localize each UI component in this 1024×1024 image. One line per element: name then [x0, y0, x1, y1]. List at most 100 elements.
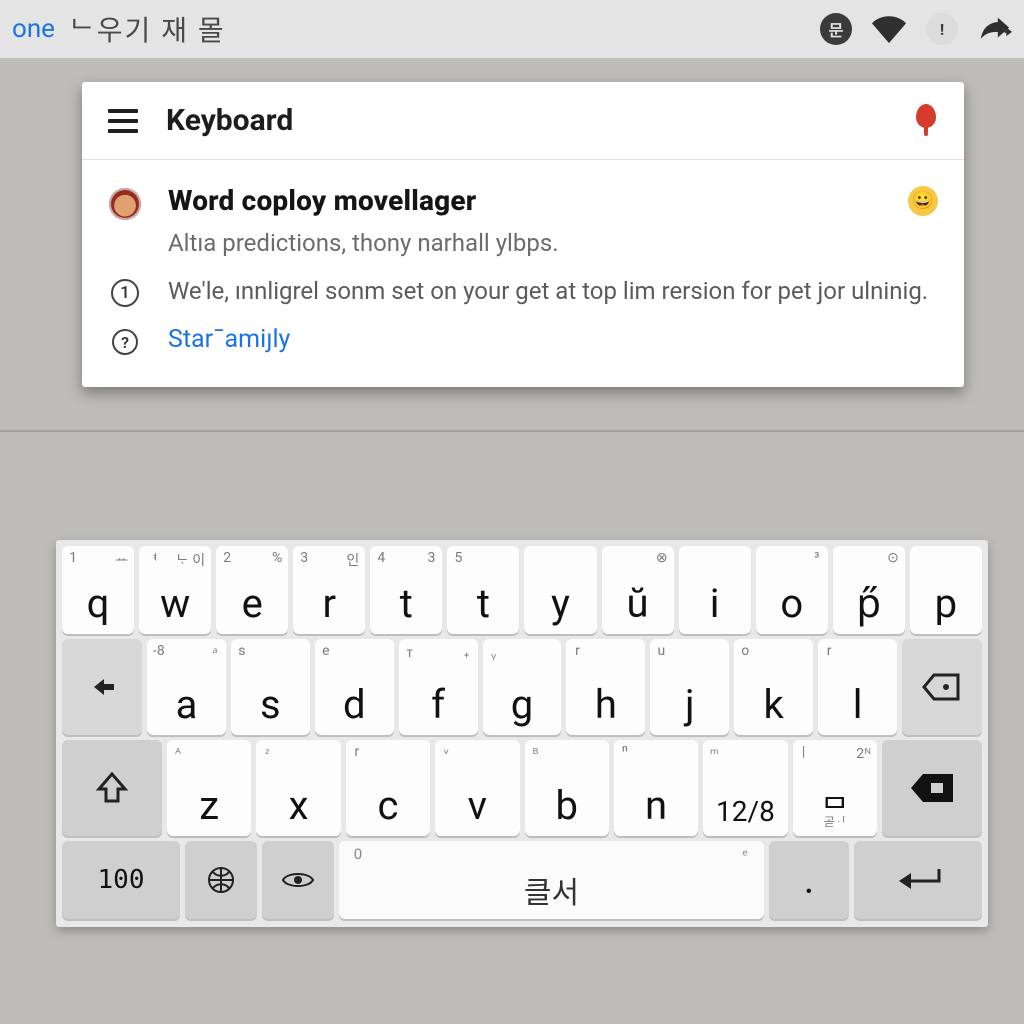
- key-label: ŭ: [627, 584, 649, 624]
- onscreen-keyboard: 1ᅭqᅧᄂᆞ 이w2%e3인r43t5t y ⊗ŭi³o⊙p̋ p -8ᵃassedᴛ…: [56, 540, 988, 927]
- key-v[interactable]: ᵛv: [435, 740, 519, 836]
- key-d[interactable]: ed: [315, 639, 394, 735]
- key-i[interactable]: i: [679, 546, 751, 634]
- language-icon[interactable]: 문: [820, 13, 852, 45]
- question-mark-icon: ?: [112, 329, 138, 355]
- key-r[interactable]: 3인r: [293, 546, 365, 634]
- key-t[interactable]: 43t: [370, 546, 442, 634]
- key-label: t: [477, 584, 490, 624]
- avatar-icon: [108, 184, 142, 220]
- key-label: j: [685, 685, 695, 725]
- help-link[interactable]: Starˉamiȷly: [168, 325, 938, 354]
- keyboard-settings-card: Keyboard Word coploy movellager 😀 Altıa …: [82, 82, 964, 387]
- key-n[interactable]: ⁿn: [614, 740, 698, 836]
- arrow-left-icon: [84, 673, 120, 701]
- key-12/8[interactable]: ᵐ12/8: [703, 740, 787, 836]
- keyboard-row-1: 1ᅭqᅧᄂᆞ 이w2%e3인r43t5t y ⊗ŭi³o⊙p̋ p: [62, 546, 982, 634]
- key-label: l: [853, 685, 863, 725]
- key-o[interactable]: ³o: [756, 546, 828, 634]
- key-p̋[interactable]: ⊙p̋: [833, 546, 905, 634]
- key-label: p: [935, 584, 957, 624]
- space-sup-right: ᵉ: [740, 845, 750, 865]
- key-shift[interactable]: [62, 740, 162, 836]
- key-label: f: [431, 685, 445, 725]
- card-body: Word coploy movellager 😀 Altıa predictio…: [82, 160, 964, 387]
- key-label: k: [764, 685, 784, 725]
- key-label: 100: [98, 865, 145, 895]
- tip-text: We'le, ınnligrel sonm set on your get at…: [168, 275, 938, 307]
- number-one-icon: 1: [111, 279, 139, 307]
- status-bar: one ᄂ우기 재 몰 문 !: [0, 0, 1024, 60]
- key-y[interactable]: y: [524, 546, 596, 634]
- key-w[interactable]: ᅧᄂᆞ 이w: [139, 546, 211, 634]
- help-row: ? Starˉamiȷly: [108, 325, 938, 355]
- balloon-icon[interactable]: [914, 104, 938, 138]
- key-x[interactable]: ᶻx: [256, 740, 340, 836]
- key-t[interactable]: 5t: [447, 546, 519, 634]
- shift-icon: [93, 769, 131, 807]
- share-forward-icon[interactable]: [978, 12, 1012, 46]
- key-numeric-mode[interactable]: 100: [62, 841, 180, 919]
- space-label: 클서: [524, 879, 579, 909]
- key-enter[interactable]: [854, 841, 982, 919]
- globe-icon: [205, 864, 237, 896]
- key-label: v: [468, 786, 487, 826]
- key-label: t: [400, 584, 413, 624]
- enter-arrow-icon: [893, 865, 943, 895]
- key-label: p̋: [857, 584, 882, 624]
- key-backspace[interactable]: [882, 740, 982, 836]
- done-link[interactable]: one: [12, 14, 55, 44]
- key-s[interactable]: ss: [231, 639, 310, 735]
- wifi-icon: [872, 12, 906, 46]
- key-j[interactable]: uj: [650, 639, 729, 735]
- key-c[interactable]: rc: [346, 740, 430, 836]
- key-label: h: [595, 685, 617, 725]
- key-backspace-small[interactable]: [902, 639, 982, 735]
- key-label: s: [260, 685, 281, 725]
- key-label: o: [780, 584, 803, 624]
- key-label: y: [551, 584, 570, 624]
- key-label: n: [645, 786, 667, 826]
- key-eye[interactable]: [262, 841, 334, 919]
- tip-row: 1 We'le, ınnligrel sonm set on your get …: [108, 275, 938, 307]
- key-label: z: [199, 786, 219, 826]
- key-z[interactable]: ᴬz: [167, 740, 251, 836]
- key-g[interactable]: ᵧg: [483, 639, 562, 735]
- backspace-outline-icon: [920, 671, 964, 703]
- tip-number-icon: 1: [108, 275, 142, 307]
- key-f[interactable]: ᴛ₊f: [399, 639, 478, 735]
- headline-text: Word coploy movellager: [168, 184, 476, 217]
- keyboard-row-4: 100 0 ᵉ 클서 .: [62, 841, 982, 919]
- key-label: c: [377, 786, 398, 826]
- help-icon: ?: [108, 325, 142, 355]
- key-space[interactable]: 0 ᵉ 클서: [339, 841, 764, 919]
- key-tab[interactable]: [62, 639, 142, 735]
- grin-emoji-icon[interactable]: 😀: [908, 186, 938, 216]
- key-e[interactable]: 2%e: [216, 546, 288, 634]
- key-globe[interactable]: [185, 841, 257, 919]
- key-label: g: [511, 685, 533, 725]
- key-l[interactable]: rl: [818, 639, 897, 735]
- space-sup-left: 0: [353, 845, 363, 865]
- key-a[interactable]: -8ᵃa: [147, 639, 226, 735]
- key-period[interactable]: .: [769, 841, 849, 919]
- key-label: d: [343, 685, 366, 725]
- key-k[interactable]: ok: [734, 639, 813, 735]
- alert-icon[interactable]: !: [926, 13, 958, 45]
- key-label: q: [87, 584, 110, 624]
- key-label: x: [289, 786, 309, 826]
- key-ŭ[interactable]: ⊗ŭ: [602, 546, 674, 634]
- key-label: w: [160, 584, 190, 624]
- headline-row: Word coploy movellager 😀 Altıa predictio…: [108, 184, 938, 257]
- statusbar-right: 문 !: [820, 12, 1012, 46]
- key-ᄆ[interactable]: |2ᴺᄆ곧ᆡ: [793, 740, 877, 836]
- hamburger-menu-icon[interactable]: [108, 109, 138, 133]
- key-b[interactable]: ᴮb: [525, 740, 609, 836]
- key-h[interactable]: rh: [566, 639, 645, 735]
- subline-text: Altıa predictions, thony narhall ylbps.: [168, 229, 938, 257]
- card-header: Keyboard: [82, 82, 964, 160]
- key-p[interactable]: p: [910, 546, 982, 634]
- key-q[interactable]: 1ᅭq: [62, 546, 134, 634]
- key-label: r: [322, 584, 336, 624]
- headline: Word coploy movellager 😀: [168, 184, 938, 217]
